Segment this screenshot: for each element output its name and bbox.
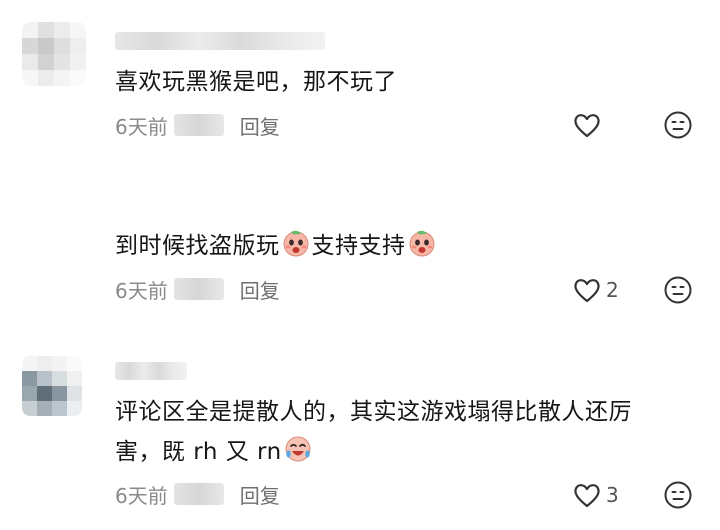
comment-text: 喜欢玩黑猴是吧，那不玩了: [115, 69, 397, 95]
comment-actions: 2: [572, 273, 619, 307]
dislike-face-icon[interactable]: [663, 275, 693, 305]
comment-time: 6天前: [115, 114, 168, 139]
heart-outline-icon: [574, 114, 600, 138]
location-redacted: [173, 278, 224, 300]
reply-button[interactable]: 回复: [240, 480, 280, 509]
reply-button[interactable]: 回复: [240, 275, 280, 304]
comment-list: 喜欢玩黑猴是吧，那不玩了 6天前 回复 到时候找盗版玩 支持支持 6天前 回复 …: [0, 0, 720, 530]
avatar[interactable]: [22, 22, 86, 86]
comment-text-part: 害，既 rh 又 rn: [115, 439, 282, 465]
heart-outline-icon: [574, 484, 600, 508]
comment-text: 评论区全是提散人的，其实这游戏塌得比散人还厉 害，既 rh 又 rn: [115, 392, 690, 472]
comment-actions-right: [663, 478, 693, 512]
reply-button[interactable]: 回复: [240, 111, 280, 140]
location-redacted: [173, 483, 224, 505]
like-button[interactable]: 3: [572, 480, 619, 510]
like-button[interactable]: 2: [572, 275, 619, 305]
crying-pink-face-emoji: [409, 230, 434, 257]
comment-meta: 6天前 回复: [115, 110, 280, 140]
comment-time: 6天前: [115, 278, 168, 303]
comment-time: 6天前: [115, 483, 168, 508]
comment-actions-right: [663, 273, 693, 307]
crying-pink-face-emoji: [283, 230, 308, 257]
like-count: 3: [606, 483, 619, 507]
comment-text-part: 支持支持: [311, 233, 406, 259]
comment-meta: 6天前 回复: [115, 479, 280, 509]
location-redacted: [173, 114, 224, 136]
laughing-crying-face-emoji: [285, 436, 311, 462]
avatar[interactable]: [22, 356, 82, 416]
comment-text: 到时候找盗版玩 支持支持: [115, 226, 690, 266]
like-button[interactable]: [572, 110, 602, 140]
dislike-face-icon[interactable]: [663, 480, 693, 510]
username-redacted[interactable]: [115, 32, 325, 50]
heart-outline-icon: [574, 279, 600, 303]
comment-actions-right: [663, 108, 693, 142]
comment-actions: [572, 108, 602, 142]
username-redacted[interactable]: [115, 362, 187, 380]
comment-text-line: 害，既 rh 又 rn: [115, 432, 690, 472]
dislike-face-icon[interactable]: [663, 110, 693, 140]
like-count: 2: [606, 278, 619, 302]
comment-text-line: 评论区全是提散人的，其实这游戏塌得比散人还厉: [115, 399, 632, 425]
comment-text-part: 到时候找盗版玩: [115, 233, 280, 259]
comment-meta: 6天前 回复: [115, 274, 280, 304]
comment-actions: 3: [572, 478, 619, 512]
